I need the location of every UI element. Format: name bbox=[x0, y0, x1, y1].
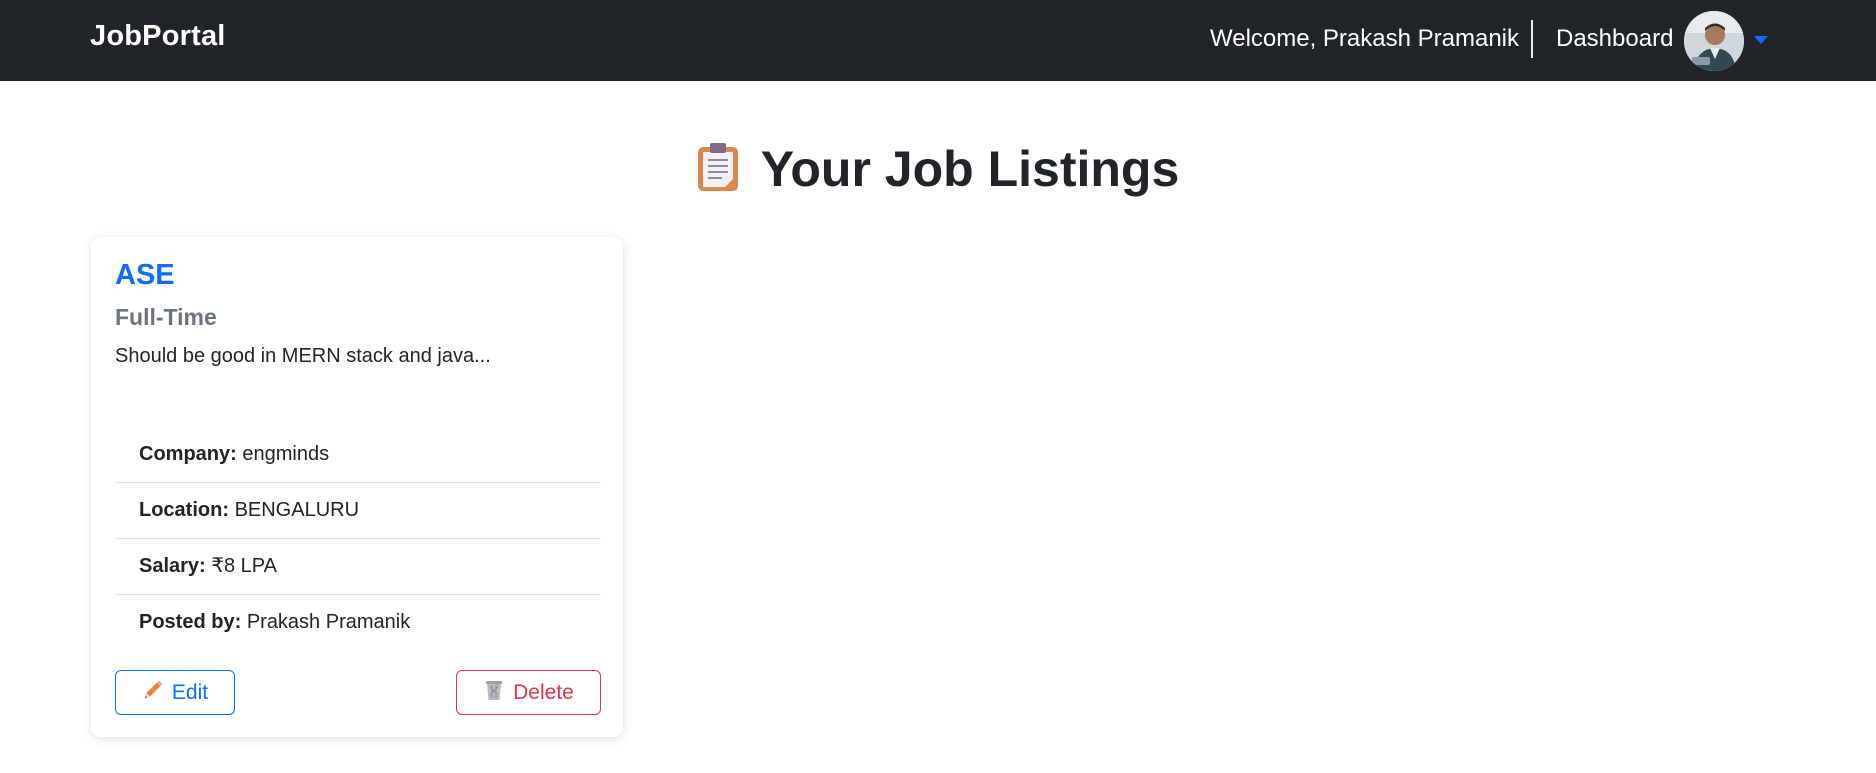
top-navbar: JobPortal Welcome, Prakash Pramanik Dash… bbox=[0, 0, 1876, 81]
user-avatar[interactable] bbox=[1684, 11, 1744, 71]
chevron-down-icon[interactable] bbox=[1754, 36, 1768, 44]
dashboard-link[interactable]: Dashboard bbox=[1556, 25, 1673, 53]
brand-logo[interactable]: JobPortal bbox=[90, 20, 226, 53]
detail-company: Company: engminds bbox=[115, 427, 601, 483]
detail-posted-by-label: Posted by: bbox=[139, 611, 242, 633]
detail-posted-by: Posted by: Prakash Pramanik bbox=[115, 595, 601, 651]
page-title-text: Your Job Listings bbox=[760, 141, 1180, 197]
detail-salary: Salary: ₹8 LPA bbox=[115, 539, 601, 595]
job-description: Should be good in MERN stack and java... bbox=[115, 345, 491, 367]
job-card: ASE Full-Time Should be good in MERN sta… bbox=[91, 237, 623, 737]
detail-salary-label: Salary: bbox=[139, 555, 206, 577]
detail-company-value: engminds bbox=[242, 443, 330, 465]
edit-button-label: Edit bbox=[171, 680, 209, 704]
detail-company-label: Company: bbox=[139, 443, 237, 465]
job-type: Full-Time bbox=[115, 304, 217, 330]
detail-location-label: Location: bbox=[139, 499, 229, 521]
nav-divider bbox=[1531, 20, 1533, 58]
detail-posted-by-value: Prakash Pramanik bbox=[246, 611, 411, 633]
pencil-icon bbox=[142, 679, 164, 707]
delete-button[interactable]: Delete bbox=[456, 670, 601, 715]
delete-button-label: Delete bbox=[513, 680, 574, 704]
job-title[interactable]: ASE bbox=[115, 259, 175, 292]
detail-salary-value: ₹8 LPA bbox=[211, 555, 278, 577]
job-details-list: Company: engminds Location: BENGALURU Sa… bbox=[115, 427, 601, 651]
detail-location-value: BENGALURU bbox=[234, 499, 360, 521]
clipboard-icon bbox=[697, 142, 739, 204]
wastebasket-icon bbox=[483, 679, 505, 707]
welcome-text: Welcome, Prakash Pramanik bbox=[1210, 25, 1519, 52]
page-title: Your Job Listings bbox=[0, 140, 1876, 204]
avatar-photo-icon bbox=[1684, 11, 1744, 71]
detail-location: Location: BENGALURU bbox=[115, 483, 601, 539]
edit-button[interactable]: Edit bbox=[115, 670, 235, 715]
